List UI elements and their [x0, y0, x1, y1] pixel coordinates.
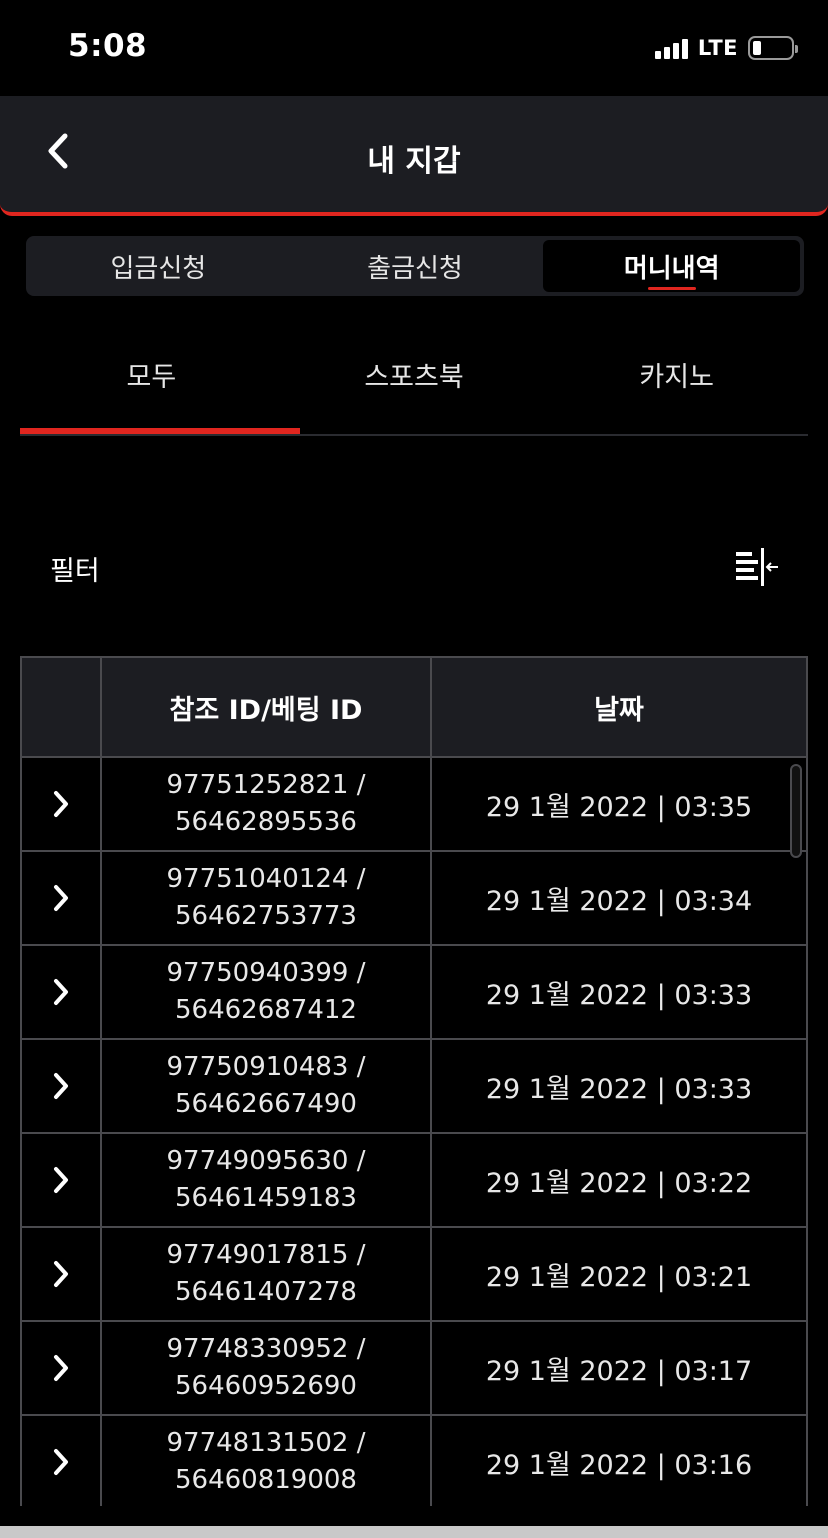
- row-expand-button[interactable]: [22, 1416, 102, 1506]
- tab-sportsbook[interactable]: 스포츠북: [283, 330, 546, 434]
- bet-id: 56462667490: [175, 1089, 357, 1119]
- table-row[interactable]: 97748330952 / 56460952690 29 1월 2022 | 03:…: [22, 1322, 806, 1416]
- row-expand-button[interactable]: [22, 1322, 102, 1414]
- row-expand-button[interactable]: [22, 946, 102, 1038]
- row-expand-button[interactable]: [22, 1040, 102, 1132]
- category-tabs: 모두 스포츠북 카지노: [20, 330, 808, 436]
- bet-id: 56460952690: [175, 1371, 357, 1401]
- reference-id: 97751040124 /: [166, 864, 366, 894]
- date-cell: 29 1월 2022 | 03:33: [485, 979, 753, 1011]
- status-time: 5:08: [68, 28, 148, 64]
- chevron-right-icon: [54, 1167, 68, 1193]
- chevron-right-icon: [54, 1449, 68, 1475]
- chevron-right-icon: [54, 885, 68, 911]
- tab-withdraw-request[interactable]: 출금신청: [287, 240, 544, 292]
- date-cell: 29 1월 2022 | 03:16: [485, 1449, 753, 1481]
- page-title: 내 지갑: [367, 144, 461, 179]
- bet-id: 56462895536: [175, 807, 357, 837]
- scrollbar[interactable]: [790, 764, 802, 858]
- filter-label: 필터: [50, 555, 100, 587]
- date-cell: 29 1월 2022 | 03:17: [485, 1355, 753, 1387]
- battery-icon: [748, 36, 798, 60]
- bet-id: 56462753773: [175, 901, 357, 931]
- date-cell: 29 1월 2022 | 03:21: [485, 1261, 753, 1293]
- reference-id: 97750910483 /: [166, 1052, 366, 1082]
- table-row[interactable]: 97751040124 / 56462753773 29 1월 2022 | 03:…: [22, 852, 806, 946]
- ref-bet-id-cell: 97748330952 / 56460952690: [102, 1322, 432, 1414]
- chevron-right-icon: [54, 1261, 68, 1287]
- filter-collapse-icon: [736, 548, 778, 586]
- reference-id: 97750940399 /: [166, 958, 366, 988]
- column-header-date: 날짜: [594, 694, 644, 726]
- row-expand-button[interactable]: [22, 1134, 102, 1226]
- ref-bet-id-cell: 97751040124 / 56462753773: [102, 852, 432, 944]
- filter-toggle-button[interactable]: [736, 548, 780, 588]
- row-expand-button[interactable]: [22, 852, 102, 944]
- table-row[interactable]: 97750940399 / 56462687412 29 1월 2022 | 03:…: [22, 946, 806, 1040]
- date-cell: 29 1월 2022 | 03:22: [485, 1167, 753, 1199]
- chevron-right-icon: [54, 1355, 68, 1381]
- row-expand-button[interactable]: [22, 1228, 102, 1320]
- tab-money-history[interactable]: 머니내역: [543, 240, 801, 292]
- status-bar: 5:08 LTE: [0, 0, 828, 96]
- tab-all[interactable]: 모두: [20, 330, 300, 434]
- bet-id: 56461407278: [175, 1277, 357, 1307]
- history-table: 참조 ID/베팅 ID 날짜 97751252821 / 56462895536 2…: [20, 656, 808, 1506]
- app-header: 내 지갑: [0, 96, 828, 216]
- table-row[interactable]: 97751252821 / 56462895536 29 1월 2022 | 03:…: [22, 758, 806, 852]
- ref-bet-id-cell: 97750910483 / 56462667490: [102, 1040, 432, 1132]
- reference-id: 97748131502 /: [166, 1428, 366, 1458]
- chevron-right-icon: [54, 979, 68, 1005]
- bet-id: 56462687412: [175, 995, 357, 1025]
- table-row[interactable]: 97749017815 / 56461407278 29 1월 2022 | 03:…: [22, 1228, 806, 1322]
- expand-column-header: [22, 658, 102, 756]
- bet-id: 56460819008: [175, 1465, 357, 1495]
- ref-bet-id-cell: 97751252821 / 56462895536: [102, 758, 432, 850]
- bet-id: 56461459183: [175, 1183, 357, 1213]
- table-row[interactable]: 97750910483 / 56462667490 29 1월 2022 | 03:…: [22, 1040, 806, 1134]
- filter-row: 필터: [50, 540, 780, 596]
- row-expand-button[interactable]: [22, 758, 102, 850]
- ref-bet-id-cell: 97749017815 / 56461407278: [102, 1228, 432, 1320]
- reference-id: 97748330952 /: [166, 1334, 366, 1364]
- wallet-segment-tabs: 입금신청 출금신청 머니내역: [26, 236, 804, 296]
- tab-deposit-request[interactable]: 입금신청: [30, 240, 287, 292]
- reference-id: 97749017815 /: [166, 1240, 366, 1270]
- ref-bet-id-cell: 97748131502 / 56460819008: [102, 1416, 432, 1506]
- ref-bet-id-cell: 97749095630 / 56461459183: [102, 1134, 432, 1226]
- table-body: 97751252821 / 56462895536 29 1월 2022 | 03:…: [22, 758, 806, 1506]
- table-row[interactable]: 97748131502 / 56460819008 29 1월 2022 | 03:…: [22, 1416, 806, 1506]
- chevron-right-icon: [54, 791, 68, 817]
- reference-id: 97749095630 /: [166, 1146, 366, 1176]
- network-label: LTE: [697, 36, 738, 60]
- chevron-right-icon: [54, 1073, 68, 1099]
- status-indicators: LTE: [654, 36, 798, 60]
- date-cell: 29 1월 2022 | 03:34: [485, 885, 753, 917]
- date-cell: 29 1월 2022 | 03:33: [485, 1073, 753, 1105]
- tab-casino[interactable]: 카지노: [545, 330, 808, 434]
- bottom-strip: [0, 1526, 828, 1538]
- signal-icon: [654, 37, 688, 59]
- table-row[interactable]: 97749095630 / 56461459183 29 1월 2022 | 03:…: [22, 1134, 806, 1228]
- table-header: 참조 ID/베팅 ID 날짜: [22, 658, 806, 758]
- date-cell: 29 1월 2022 | 03:35: [485, 791, 753, 823]
- reference-id: 97751252821 /: [166, 770, 366, 800]
- column-header-ref-id: 참조 ID/베팅 ID: [102, 658, 432, 756]
- ref-bet-id-cell: 97750940399 / 56462687412: [102, 946, 432, 1038]
